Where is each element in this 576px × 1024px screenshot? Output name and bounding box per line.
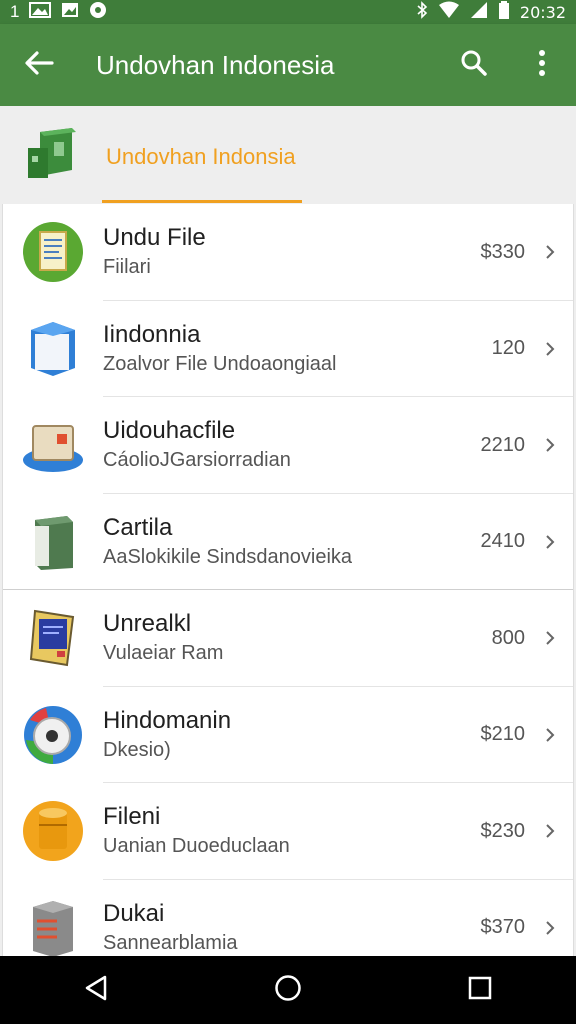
search-button[interactable] xyxy=(440,24,508,106)
status-time: 20:32 xyxy=(519,2,566,22)
app-logo-icon xyxy=(26,126,78,182)
item-subtitle: Zoalvor File Undoaongiaal xyxy=(103,352,337,375)
item-price: 120 xyxy=(491,337,525,360)
item-name: Dukai xyxy=(103,899,165,927)
item-price: $230 xyxy=(480,819,526,842)
wifi-icon xyxy=(438,1,460,24)
item-name: Undu File xyxy=(103,224,206,252)
box-tan-icon xyxy=(3,397,103,493)
database-icon xyxy=(3,783,103,879)
sync-notification-icon xyxy=(89,1,107,24)
item-price: 2210 xyxy=(480,433,526,456)
nav-back-button[interactable] xyxy=(56,956,136,1024)
more-options-button[interactable] xyxy=(508,24,576,106)
chevron-right-icon xyxy=(535,494,565,590)
category-title: Undovhan Indonsia xyxy=(106,144,296,169)
nav-back-icon xyxy=(83,974,109,1007)
photo-notification-icon xyxy=(61,2,79,23)
list-item[interactable]: Cartila AaSlokikile Sindsdanovieika 2410 xyxy=(3,494,573,590)
item-price: 800 xyxy=(491,626,525,649)
back-button[interactable] xyxy=(0,24,78,106)
item-price: $370 xyxy=(480,916,526,939)
search-icon xyxy=(460,49,488,82)
list-item[interactable]: Unrealkl Vulaeiar Ram 800 xyxy=(3,590,573,687)
app-bar-title: Undovhan Indonesia xyxy=(96,49,335,80)
item-name: Cartila xyxy=(103,513,173,541)
item-subtitle: Dkesio) xyxy=(103,738,171,761)
book-green-icon xyxy=(3,494,103,590)
status-left-text: 1 xyxy=(10,2,20,21)
image-notification-icon xyxy=(29,1,52,23)
file-list: Undu File Fiilari $330 Iindonnia Zoalvor… xyxy=(2,204,574,956)
item-name: Iindonnia xyxy=(103,320,201,348)
list-item[interactable]: Iindonnia Zoalvor File Undoaongiaal 120 xyxy=(3,301,573,397)
nav-recents-button[interactable] xyxy=(440,956,520,1024)
list-item[interactable]: Uidouhacfile CáolioJGarsiorradian 2210 xyxy=(3,397,573,494)
category-tab-indicator xyxy=(102,200,302,203)
list-item[interactable]: Dukai Sannearblamia $370 xyxy=(3,880,573,956)
battery-icon xyxy=(498,0,510,24)
chevron-right-icon xyxy=(535,204,565,300)
item-price: $210 xyxy=(480,723,526,746)
list-item[interactable]: Fileni Uanian Duoeduclaan $230 xyxy=(3,783,573,880)
disk-icon xyxy=(3,687,103,783)
chevron-right-icon xyxy=(535,687,565,783)
server-icon xyxy=(3,880,103,956)
signal-icon xyxy=(470,1,488,24)
status-bar: 1 20:32 xyxy=(0,0,576,24)
system-nav-bar xyxy=(0,956,576,1024)
nav-recents-icon xyxy=(468,976,492,1005)
item-name: Fileni xyxy=(103,803,161,831)
monitor-icon xyxy=(3,590,103,686)
app-bar: Undovhan Indonesia xyxy=(0,24,576,106)
item-subtitle: Uanian Duoeduclaan xyxy=(103,835,290,858)
chevron-right-icon xyxy=(535,590,565,686)
box-blue-icon xyxy=(3,301,103,397)
bluetooth-icon xyxy=(416,0,428,24)
list-item[interactable]: Undu File Fiilari $330 xyxy=(3,204,573,301)
item-price: 2410 xyxy=(480,530,526,553)
item-name: Uidouhacfile xyxy=(103,417,236,445)
chevron-right-icon xyxy=(535,783,565,879)
nav-home-button[interactable] xyxy=(248,956,328,1024)
item-name: Unrealkl xyxy=(103,610,192,638)
more-vert-icon xyxy=(538,49,546,82)
chevron-right-icon xyxy=(535,301,565,397)
item-subtitle: Vulaeiar Ram xyxy=(103,642,224,665)
item-name: Hindomanin xyxy=(103,706,232,734)
chevron-right-icon xyxy=(535,880,565,956)
category-header: Undovhan Indonsia xyxy=(0,106,576,204)
item-subtitle: AaSlokikile Sindsdanovieika xyxy=(103,545,353,568)
item-price: $330 xyxy=(480,240,526,263)
nav-home-icon xyxy=(274,974,302,1007)
item-subtitle: Sannearblamia xyxy=(103,931,238,954)
item-subtitle: Fiilari xyxy=(103,256,151,279)
chevron-right-icon xyxy=(535,397,565,493)
list-item[interactable]: Hindomanin Dkesio) $210 xyxy=(3,687,573,783)
back-arrow-icon xyxy=(24,50,54,81)
item-subtitle: CáolioJGarsiorradian xyxy=(103,449,291,472)
document-icon xyxy=(3,204,103,300)
